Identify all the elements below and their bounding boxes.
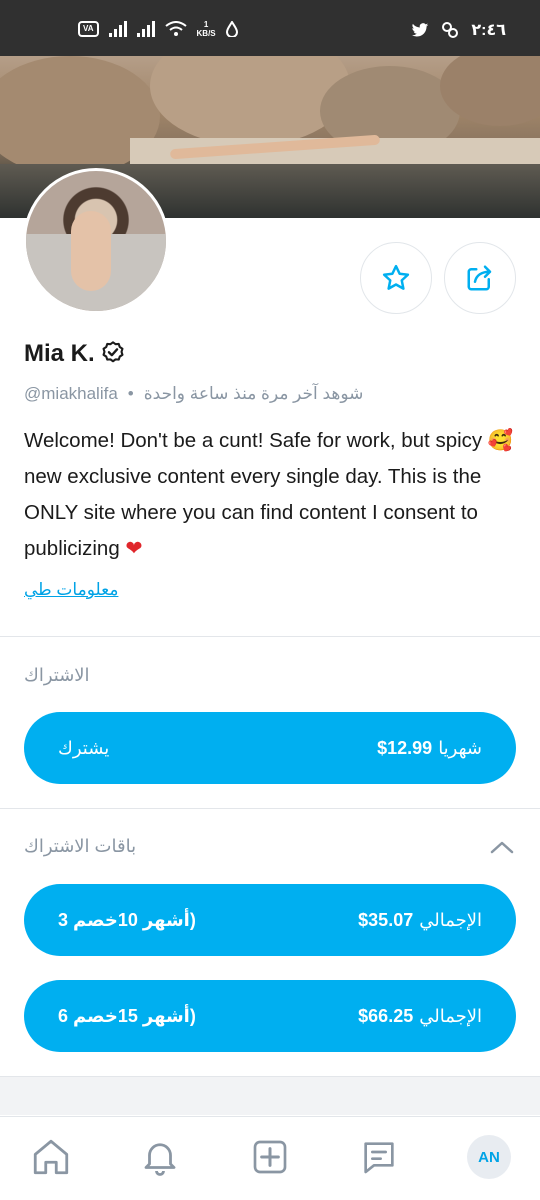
more-info-link[interactable]: معلومات طي bbox=[24, 580, 118, 600]
bundle-detail-1: (أشهر 10خصم 3 bbox=[58, 909, 196, 930]
app-notification-icon bbox=[442, 22, 459, 38]
share-icon bbox=[467, 265, 492, 291]
speed-value: 1 bbox=[203, 20, 209, 29]
subscribe-button[interactable]: يشترك شهريا $12.99 bbox=[24, 712, 516, 784]
bundle-total-label-2: الإجمالي bbox=[419, 1005, 482, 1026]
bio-text-1: Welcome! Don't be a cunt! Safe for work,… bbox=[24, 429, 488, 452]
home-icon bbox=[33, 1139, 69, 1175]
profile-meta-row: @miakhalifa • شوهد آخر مرة منذ ساعة واحد… bbox=[24, 384, 363, 404]
favorite-star-icon bbox=[382, 264, 410, 290]
bell-icon bbox=[144, 1143, 176, 1176]
bundle-detail-2: (أشهر 15خصم 6 bbox=[58, 1005, 196, 1026]
subscription-title: الاشتراك bbox=[24, 665, 90, 685]
nav-home[interactable] bbox=[29, 1135, 73, 1179]
messages-icon bbox=[364, 1142, 394, 1174]
signal-strength-icon bbox=[108, 21, 127, 37]
nav-profile-avatar[interactable]: AN bbox=[467, 1135, 511, 1179]
bio-emoji: 🥰 bbox=[487, 429, 514, 452]
profile-name: Mia K. bbox=[24, 340, 95, 367]
bundle-total-group-2: الإجمالي $66.25 bbox=[358, 1006, 482, 1027]
data-saver-icon bbox=[225, 21, 238, 37]
bottom-navigation: AN bbox=[0, 1116, 540, 1200]
section-gap bbox=[0, 1077, 540, 1115]
chevron-up-icon[interactable] bbox=[490, 840, 514, 854]
last-seen-text: شوهد آخر مرة منذ ساعة واحدة bbox=[143, 384, 364, 403]
nav-notifications[interactable] bbox=[138, 1135, 182, 1179]
add-post-icon bbox=[253, 1140, 287, 1174]
favorite-button[interactable] bbox=[360, 242, 432, 314]
monthly-price: $12.99 bbox=[377, 737, 433, 758]
status-bar: VA 1 KB/S ٢:٤٦ bbox=[0, 0, 540, 56]
avatar[interactable] bbox=[23, 168, 169, 314]
meta-separator: • bbox=[127, 384, 134, 403]
bundle-total-group-1: الإجمالي $35.07 bbox=[358, 910, 482, 931]
share-button[interactable] bbox=[444, 242, 516, 314]
status-left-group: VA 1 KB/S bbox=[78, 18, 238, 40]
avatar-initials: AN bbox=[478, 1148, 500, 1166]
divider bbox=[0, 636, 540, 637]
bio-text-2: new exclusive content every single day. … bbox=[24, 465, 482, 560]
profile-bio: Welcome! Don't be a cunt! Safe for work,… bbox=[24, 423, 520, 567]
speed-unit: KB/S bbox=[196, 29, 216, 38]
bio-heart: ❤ bbox=[125, 537, 143, 560]
bundle-total-label-1: الإجمالي bbox=[419, 909, 482, 930]
volte-badge: VA bbox=[78, 21, 99, 37]
divider bbox=[0, 808, 540, 809]
monthly-label: شهريا bbox=[438, 737, 482, 758]
bundle-button-2[interactable]: (أشهر 15خصم 6 الإجمالي $66.25 bbox=[24, 980, 516, 1052]
profile-name-row: Mia K. bbox=[24, 340, 127, 368]
bundle-price-2: $66.25 bbox=[358, 1005, 414, 1026]
subscribe-label: يشترك bbox=[58, 737, 110, 758]
twitter-icon bbox=[412, 22, 429, 37]
nav-new-post[interactable] bbox=[248, 1135, 292, 1179]
status-right-group: ٢:٤٦ bbox=[411, 20, 506, 40]
network-speed: 1 KB/S bbox=[197, 20, 216, 38]
profile-handle: @miakhalifa bbox=[24, 384, 118, 403]
bundle-price-1: $35.07 bbox=[358, 909, 414, 930]
wifi-icon bbox=[164, 21, 187, 36]
monthly-price-group: شهريا $12.99 bbox=[377, 738, 482, 759]
bundle-button-1[interactable]: (أشهر 10خصم 3 الإجمالي $35.07 bbox=[24, 884, 516, 956]
clock: ٢:٤٦ bbox=[471, 22, 506, 39]
signal-strength-2-icon bbox=[136, 21, 155, 37]
verified-badge-icon bbox=[102, 341, 124, 363]
bundles-title: باقات الاشتراك bbox=[24, 836, 137, 856]
nav-messages[interactable] bbox=[357, 1135, 401, 1179]
